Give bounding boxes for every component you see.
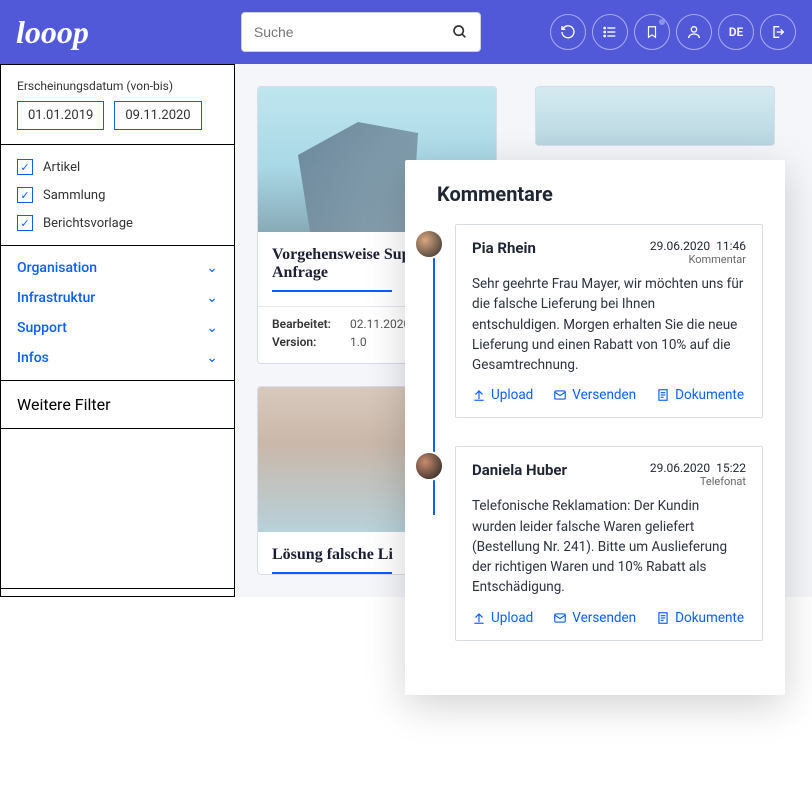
app-header: looop DE xyxy=(0,0,812,64)
cat-label: Infos xyxy=(17,350,49,366)
check-label: Berichtsvorlage xyxy=(43,216,133,231)
language-button[interactable]: DE xyxy=(718,14,754,50)
category-filter-section: Organisation ⌄ Infrastruktur ⌄ Support ⌄ In… xyxy=(1,246,234,381)
search-input[interactable] xyxy=(254,24,452,40)
check-label: Artikel xyxy=(43,160,80,175)
cat-infos[interactable]: Infos ⌄ xyxy=(17,350,218,366)
user-button[interactable] xyxy=(676,14,712,50)
cat-organisation[interactable]: Organisation ⌄ xyxy=(17,260,218,276)
comment-author: Daniela Huber xyxy=(472,461,567,479)
header-actions: DE xyxy=(550,14,796,50)
more-filters[interactable]: Weitere Filter xyxy=(1,381,234,429)
comment-item: Daniela Huber 29.06.2020 15:22 Telefonat… xyxy=(455,446,763,640)
checkbox-sammlung[interactable]: ✓Sammlung xyxy=(17,187,218,203)
search-icon[interactable] xyxy=(452,24,468,40)
meta-label: Bearbeitet: xyxy=(272,317,338,331)
search-field[interactable] xyxy=(241,12,481,52)
upload-action[interactable]: Upload xyxy=(472,610,533,626)
send-action[interactable]: Versenden xyxy=(553,387,636,403)
cat-label: Infrastruktur xyxy=(17,290,95,306)
card-underline xyxy=(272,290,392,292)
list-button[interactable] xyxy=(592,14,628,50)
meta-label: Version: xyxy=(272,335,338,349)
comments-title: Kommentare xyxy=(437,182,763,206)
comment-timestamp: 29.06.2020 11:46 Kommentar xyxy=(650,239,746,266)
more-filters-label: Weitere Filter xyxy=(17,395,111,414)
app-logo: looop xyxy=(16,14,89,51)
cat-infrastruktur[interactable]: Infrastruktur ⌄ xyxy=(17,290,218,306)
comment-actions: Upload Versenden Dokumente xyxy=(472,610,746,626)
upload-action[interactable]: Upload xyxy=(472,387,533,403)
comments-panel: Kommentare Pia Rhein 29.06.2020 11:46 Ko… xyxy=(405,160,785,695)
comment-type: Kommentar xyxy=(650,253,746,266)
logout-button[interactable] xyxy=(760,14,796,50)
comment-body: Telefonische Reklamation: Der Kundin wur… xyxy=(472,496,746,597)
chevron-down-icon: ⌄ xyxy=(206,350,218,366)
cat-support[interactable]: Support ⌄ xyxy=(17,320,218,336)
documents-action[interactable]: Dokumente xyxy=(656,610,744,626)
chevron-down-icon: ⌄ xyxy=(206,320,218,336)
meta-value: 1.0 xyxy=(350,335,367,349)
date-filter-section: Erscheinungsdatum (von-bis) 01.01.2019 0… xyxy=(1,65,234,145)
article-card-peek[interactable] xyxy=(535,86,775,146)
checkbox-berichtsvorlage[interactable]: ✓Berichtsvorlage xyxy=(17,215,218,231)
comment-type: Telefonat xyxy=(650,475,746,488)
cat-label: Support xyxy=(17,320,67,336)
documents-action[interactable]: Dokumente xyxy=(656,387,744,403)
avatar xyxy=(414,451,444,481)
chevron-down-icon: ⌄ xyxy=(206,290,218,306)
comment-timestamp: 29.06.2020 15:22 Telefonat xyxy=(650,461,746,488)
comment-author: Pia Rhein xyxy=(472,239,536,257)
refresh-button[interactable] xyxy=(550,14,586,50)
sidebar-spacer xyxy=(1,429,234,589)
avatar xyxy=(414,229,444,259)
comment-item: Pia Rhein 29.06.2020 11:46 Kommentar Seh… xyxy=(455,224,763,418)
filter-sidebar: Erscheinungsdatum (von-bis) 01.01.2019 0… xyxy=(0,64,235,597)
date-from-input[interactable]: 01.01.2019 xyxy=(17,101,104,130)
cat-label: Organisation xyxy=(17,260,97,276)
card-underline xyxy=(272,572,392,574)
chevron-down-icon: ⌄ xyxy=(206,260,218,276)
comment-actions: Upload Versenden Dokumente xyxy=(472,387,746,403)
comment-body: Sehr geehrte Frau Mayer, wir möchten uns… xyxy=(472,274,746,375)
date-to-input[interactable]: 09.11.2020 xyxy=(114,101,201,130)
date-filter-label: Erscheinungsdatum (von-bis) xyxy=(17,79,218,93)
bookmark-button[interactable] xyxy=(634,14,670,50)
check-label: Sammlung xyxy=(43,188,105,203)
type-filter-section: ✓Artikel ✓Sammlung ✓Berichtsvorlage xyxy=(1,145,234,246)
send-action[interactable]: Versenden xyxy=(553,610,636,626)
checkbox-artikel[interactable]: ✓Artikel xyxy=(17,159,218,175)
meta-value: 02.11.2020 xyxy=(350,317,410,331)
